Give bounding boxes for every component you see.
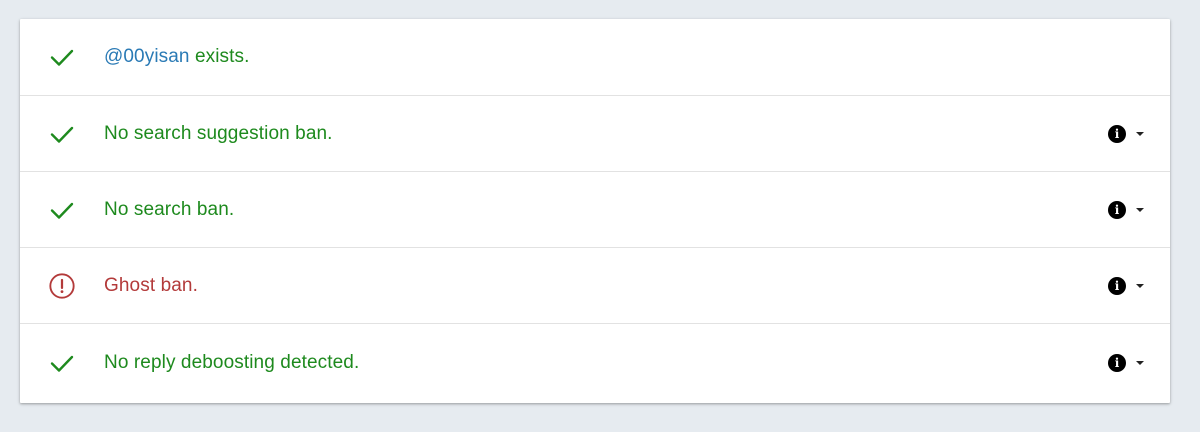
result-text: @00yisan exists. (104, 46, 250, 67)
caret-down-icon[interactable] (1136, 131, 1144, 136)
caret-down-icon[interactable] (1136, 207, 1144, 212)
result-text: Ghost ban. (104, 274, 198, 296)
result-row-exists: @00yisan exists. (20, 19, 1170, 96)
info-icon[interactable]: i (1108, 276, 1126, 295)
info-icon[interactable]: i (1108, 124, 1126, 143)
caret-down-icon[interactable] (1136, 283, 1144, 288)
result-row-search-ban: No search ban. i (20, 172, 1170, 248)
result-text: No search suggestion ban. (104, 122, 333, 144)
user-handle-link[interactable]: @00yisan (104, 46, 190, 67)
details-toggle[interactable]: i (1108, 276, 1144, 295)
results-panel: @00yisan exists. No search suggestion ba… (20, 19, 1170, 403)
result-row-reply-deboosting: No reply deboosting detected. i (20, 324, 1170, 401)
details-toggle[interactable]: i (1108, 200, 1144, 219)
result-row-search-suggestion: No search suggestion ban. i (20, 96, 1170, 172)
check-icon (48, 120, 76, 148)
caret-down-icon[interactable] (1136, 360, 1144, 365)
details-toggle[interactable]: i (1108, 124, 1144, 143)
result-row-ghost-ban: Ghost ban. i (20, 248, 1170, 324)
check-icon (48, 43, 76, 71)
check-icon (48, 349, 76, 377)
info-icon[interactable]: i (1108, 200, 1126, 219)
alert-circle-icon (48, 272, 76, 300)
info-icon[interactable]: i (1108, 353, 1126, 372)
result-text: No search ban. (104, 198, 235, 220)
result-text: No reply deboosting detected. (104, 351, 360, 373)
details-toggle[interactable]: i (1108, 353, 1144, 372)
check-icon (48, 196, 76, 224)
